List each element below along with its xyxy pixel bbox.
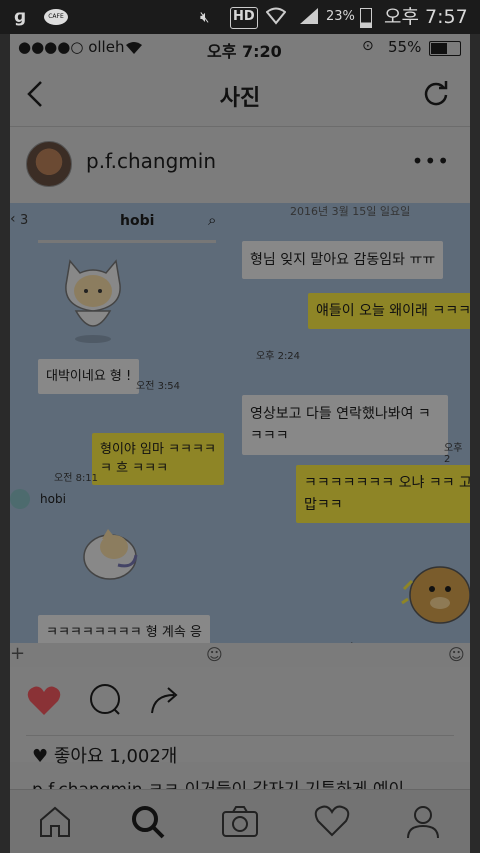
android-status-bar: ɡ CAFE 🔇︎ HD 23% 오후 7:57 xyxy=(0,0,480,34)
camera-icon[interactable] xyxy=(221,804,261,844)
signal-icon xyxy=(298,7,320,27)
chat-bubble-mine: 형이야 임마 ㅋㅋㅋㅋㅋ 흐 ㅋㅋㅋ xyxy=(92,433,224,485)
comment-icon[interactable] xyxy=(88,683,122,721)
avatar[interactable] xyxy=(26,141,72,187)
post-photo: ‹ 3 hobi ⌕ 대박이네요 형 ! 오전 3:54 형이야 임마 ㅋㅋㅋㅋ… xyxy=(10,203,470,667)
ios-wifi-icon xyxy=(125,40,143,59)
ios-battery-percent: 55% xyxy=(388,38,422,56)
likes-row[interactable]: ♥ 좋아요 1,002개 xyxy=(32,742,177,768)
chat-search-icon: ⌕ xyxy=(208,211,217,229)
sticker-cat-hood xyxy=(58,255,128,345)
emoji-icon: ☺ xyxy=(448,645,465,664)
ios-battery-icon xyxy=(429,41,461,56)
chat-back-count: 3 xyxy=(20,213,29,228)
chat-screenshot-left: ‹ 3 hobi ⌕ 대박이네요 형 ! 오전 3:54 형이야 임마 ㅋㅋㅋㅋ… xyxy=(10,203,224,667)
post-header: p.f.changmin ••• xyxy=(10,127,470,203)
divider xyxy=(38,240,216,243)
chat-title: hobi xyxy=(120,213,155,229)
battery-icon xyxy=(360,8,372,28)
android-clock: 오후 7:57 xyxy=(384,6,468,28)
chat-input-bar: + ☺ xyxy=(10,643,224,667)
sticker-lion xyxy=(400,545,470,625)
mute-icon: 🔇︎ xyxy=(200,8,210,26)
divider xyxy=(26,735,454,736)
likes-count: 좋아요 1,002개 xyxy=(53,746,178,767)
chat-back-icon: ‹ xyxy=(10,211,16,227)
sender-name: hobi xyxy=(40,492,66,506)
like-heart-icon[interactable] xyxy=(26,685,62,721)
likes-heart-icon: ♥ xyxy=(32,746,49,767)
chat-time: 오후 2 xyxy=(444,443,463,465)
ios-status-bar: ●●●●○ olleh 오후 7:20 ⊙ 55% xyxy=(10,34,470,62)
emoji-icon: ☺ xyxy=(206,645,223,664)
chat-bubble: 영상보고 다들 연락했나봐여 ㅋㅋㅋㅋ xyxy=(242,395,448,455)
rotation-lock-icon: ⊙ xyxy=(362,38,374,54)
search-icon[interactable] xyxy=(130,804,170,844)
post-username[interactable]: p.f.changmin xyxy=(86,149,216,173)
plus-icon: + xyxy=(10,643,26,664)
chat-time: 오후 2:24 xyxy=(256,351,301,362)
profile-icon[interactable] xyxy=(405,804,445,844)
chat-screenshot-right: 2016년 3월 15일 일요일 형님 잊지 말아요 감동임돠 ㅠㅠ 오후 얘들… xyxy=(224,203,470,667)
battery-percent: 23% xyxy=(326,9,355,24)
sender-avatar xyxy=(10,489,30,509)
sticker-cat-hug xyxy=(78,517,148,597)
home-icon[interactable] xyxy=(37,804,77,844)
page-title: 사진 xyxy=(219,86,261,111)
share-arrow-icon[interactable] xyxy=(148,683,182,721)
chat-bubble: 형님 잊지 말아요 감동임돠 ㅠㅠ xyxy=(242,241,444,279)
carrier: ●●●●○ olleh xyxy=(18,38,125,56)
chat-time: 오전 8:11 xyxy=(54,473,99,484)
notification-app-icon: ɡ xyxy=(14,7,27,27)
nav-bar: 사진 xyxy=(10,62,470,127)
cafe-icon: CAFE xyxy=(44,9,68,25)
chat-input-bar: ☺ xyxy=(224,643,470,667)
ios-clock: 오후 7:20 xyxy=(207,42,282,61)
chat-bubble-mine: ㅋㅋㅋㅋㅋㅋㅋ 오냐 ㅋㅋ 고맙ㅋㅋ xyxy=(296,465,470,523)
activity-heart-icon[interactable] xyxy=(314,804,354,844)
bottom-tab-bar xyxy=(10,789,470,853)
chat-bubble: 대박이네요 형 ! xyxy=(38,359,140,394)
wifi-icon xyxy=(265,7,287,27)
chat-bubble-mine: 얘들이 오늘 왜이래 ㅋㅋㅋ xyxy=(308,293,470,329)
chat-time: 오전 3:54 xyxy=(136,381,181,392)
more-options-icon[interactable]: ••• xyxy=(412,149,450,173)
phone-screen: ●●●●○ olleh 오후 7:20 ⊙ 55% 사진 p.f.changmi… xyxy=(10,34,470,853)
date-header: 2016년 3월 15일 일요일 xyxy=(290,205,411,218)
refresh-icon[interactable] xyxy=(422,80,450,112)
hd-icon: HD xyxy=(230,7,258,29)
